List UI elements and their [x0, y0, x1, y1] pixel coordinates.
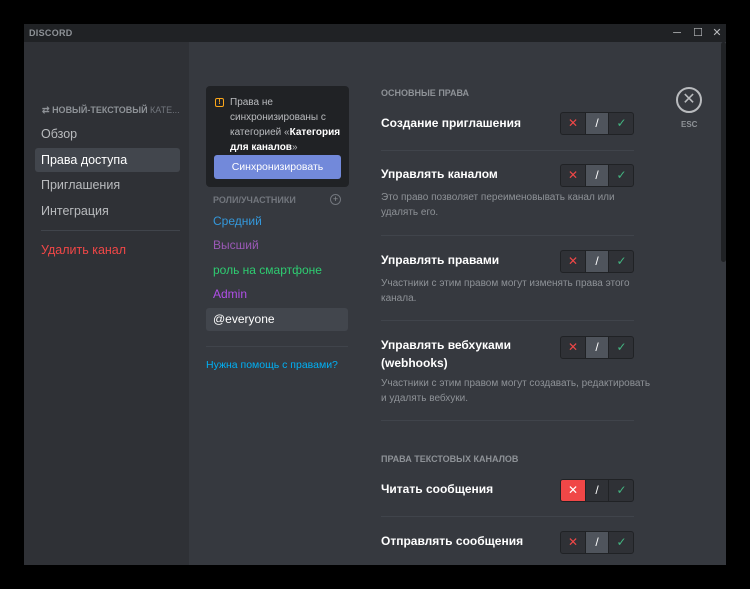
neutral-icon[interactable]: /: [585, 480, 609, 501]
sidebar-item-overview[interactable]: Обзор: [35, 122, 180, 146]
app-window: DISCORD ─ ☐ ✕ ⇄ НОВЫЙ-ТЕКСТОВЫЙ КАТЕ... …: [24, 24, 726, 565]
minimize-icon[interactable]: ─: [670, 26, 684, 40]
permission-divider: [381, 420, 634, 421]
permission-title: Создание приглашения: [381, 116, 521, 130]
neutral-icon[interactable]: /: [585, 251, 609, 272]
sidebar-item-permissions[interactable]: Права доступа: [35, 148, 180, 172]
allow-icon[interactable]: ✓: [609, 113, 633, 134]
allow-icon[interactable]: ✓: [609, 165, 633, 186]
discord-logo: DISCORD: [29, 28, 73, 38]
permissions-help-link[interactable]: Нужна помощь с правами?: [206, 359, 338, 371]
warning-icon: !: [215, 98, 224, 107]
sidebar-item-integrations[interactable]: Интеграция: [35, 199, 180, 223]
close-window-icon[interactable]: ✕: [710, 26, 724, 40]
deny-icon[interactable]: ✕: [561, 532, 585, 553]
permission-description: Участники с этим правом могут создавать,…: [381, 378, 651, 404]
permission-toggle: ✕ / ✓: [560, 531, 634, 554]
roles-header: РОЛИ/УЧАСТНИКИ: [213, 195, 296, 205]
allow-icon[interactable]: ✓: [609, 337, 633, 358]
role-item-everyone[interactable]: @everyone: [206, 308, 348, 331]
permission-description: Это право позволяет переименовывать кана…: [381, 192, 615, 218]
maximize-icon[interactable]: ☐: [691, 26, 705, 40]
delete-channel-button[interactable]: Удалить канал: [35, 238, 180, 262]
esc-label: ESC: [681, 120, 698, 129]
permission-title: Отправлять сообщения: [381, 534, 524, 548]
general-permissions-header: ОСНОВНЫЕ ПРАВА: [381, 88, 470, 98]
neutral-icon[interactable]: /: [585, 165, 609, 186]
close-settings-icon[interactable]: ✕: [676, 87, 702, 113]
permission-divider: [381, 235, 634, 236]
permission-title: Управлять правами: [381, 253, 500, 267]
permission-toggle: ✕ / ✓: [560, 336, 634, 359]
permission-title: Управлять вебхуками (webhooks): [381, 338, 511, 370]
sync-notice-text: Права не синхронизированы с категорией «…: [230, 97, 341, 153]
channel-sync-icon: ⇄: [42, 105, 50, 115]
sidebar-divider: [41, 230, 180, 231]
sync-notice: ! Права не синхронизированы с категорией…: [206, 86, 349, 187]
permission-toggle: ✕ / ✓: [560, 164, 634, 187]
permission-toggle: ✕ / ✓: [560, 250, 634, 273]
deny-icon[interactable]: ✕: [561, 337, 585, 358]
permission-divider: [381, 150, 634, 151]
text-permissions-header: ПРАВА ТЕКСТОВЫХ КАНАЛОВ: [381, 454, 519, 464]
deny-icon[interactable]: ✕: [561, 480, 585, 501]
deny-icon[interactable]: ✕: [561, 165, 585, 186]
allow-icon[interactable]: ✓: [609, 251, 633, 272]
sidebar-item-invites[interactable]: Приглашения: [35, 173, 180, 197]
permission-divider: [381, 516, 634, 517]
deny-icon[interactable]: ✕: [561, 113, 585, 134]
allow-icon[interactable]: ✓: [609, 532, 633, 553]
permission-toggle: ✕ / ✓: [560, 479, 634, 502]
permission-title: Управлять каналом: [381, 167, 498, 181]
role-item[interactable]: Admin: [206, 283, 348, 306]
permission-divider: [381, 320, 634, 321]
neutral-icon[interactable]: /: [585, 113, 609, 134]
settings-sidebar: ⇄ НОВЫЙ-ТЕКСТОВЫЙ КАТЕ... Обзор Права до…: [24, 42, 189, 565]
sync-button[interactable]: Синхронизировать: [214, 155, 341, 179]
roles-divider: [206, 346, 348, 347]
role-item[interactable]: Высший: [206, 234, 348, 257]
scrollbar[interactable]: [721, 42, 726, 262]
permission-title: Читать сообщения: [381, 482, 494, 496]
add-role-icon[interactable]: +: [330, 194, 341, 205]
title-bar: DISCORD ─ ☐ ✕: [24, 24, 726, 42]
role-item[interactable]: Средний: [206, 210, 348, 233]
channel-name-header: ⇄ НОВЫЙ-ТЕКСТОВЫЙ КАТЕ...: [42, 105, 180, 115]
allow-icon[interactable]: ✓: [609, 480, 633, 501]
deny-icon[interactable]: ✕: [561, 251, 585, 272]
neutral-icon[interactable]: /: [585, 532, 609, 553]
permission-toggle: ✕ / ✓: [560, 112, 634, 135]
role-item[interactable]: роль на смартфоне: [206, 259, 348, 282]
neutral-icon[interactable]: /: [585, 337, 609, 358]
permission-description: Участники с этим правом могут изменять п…: [381, 278, 630, 304]
